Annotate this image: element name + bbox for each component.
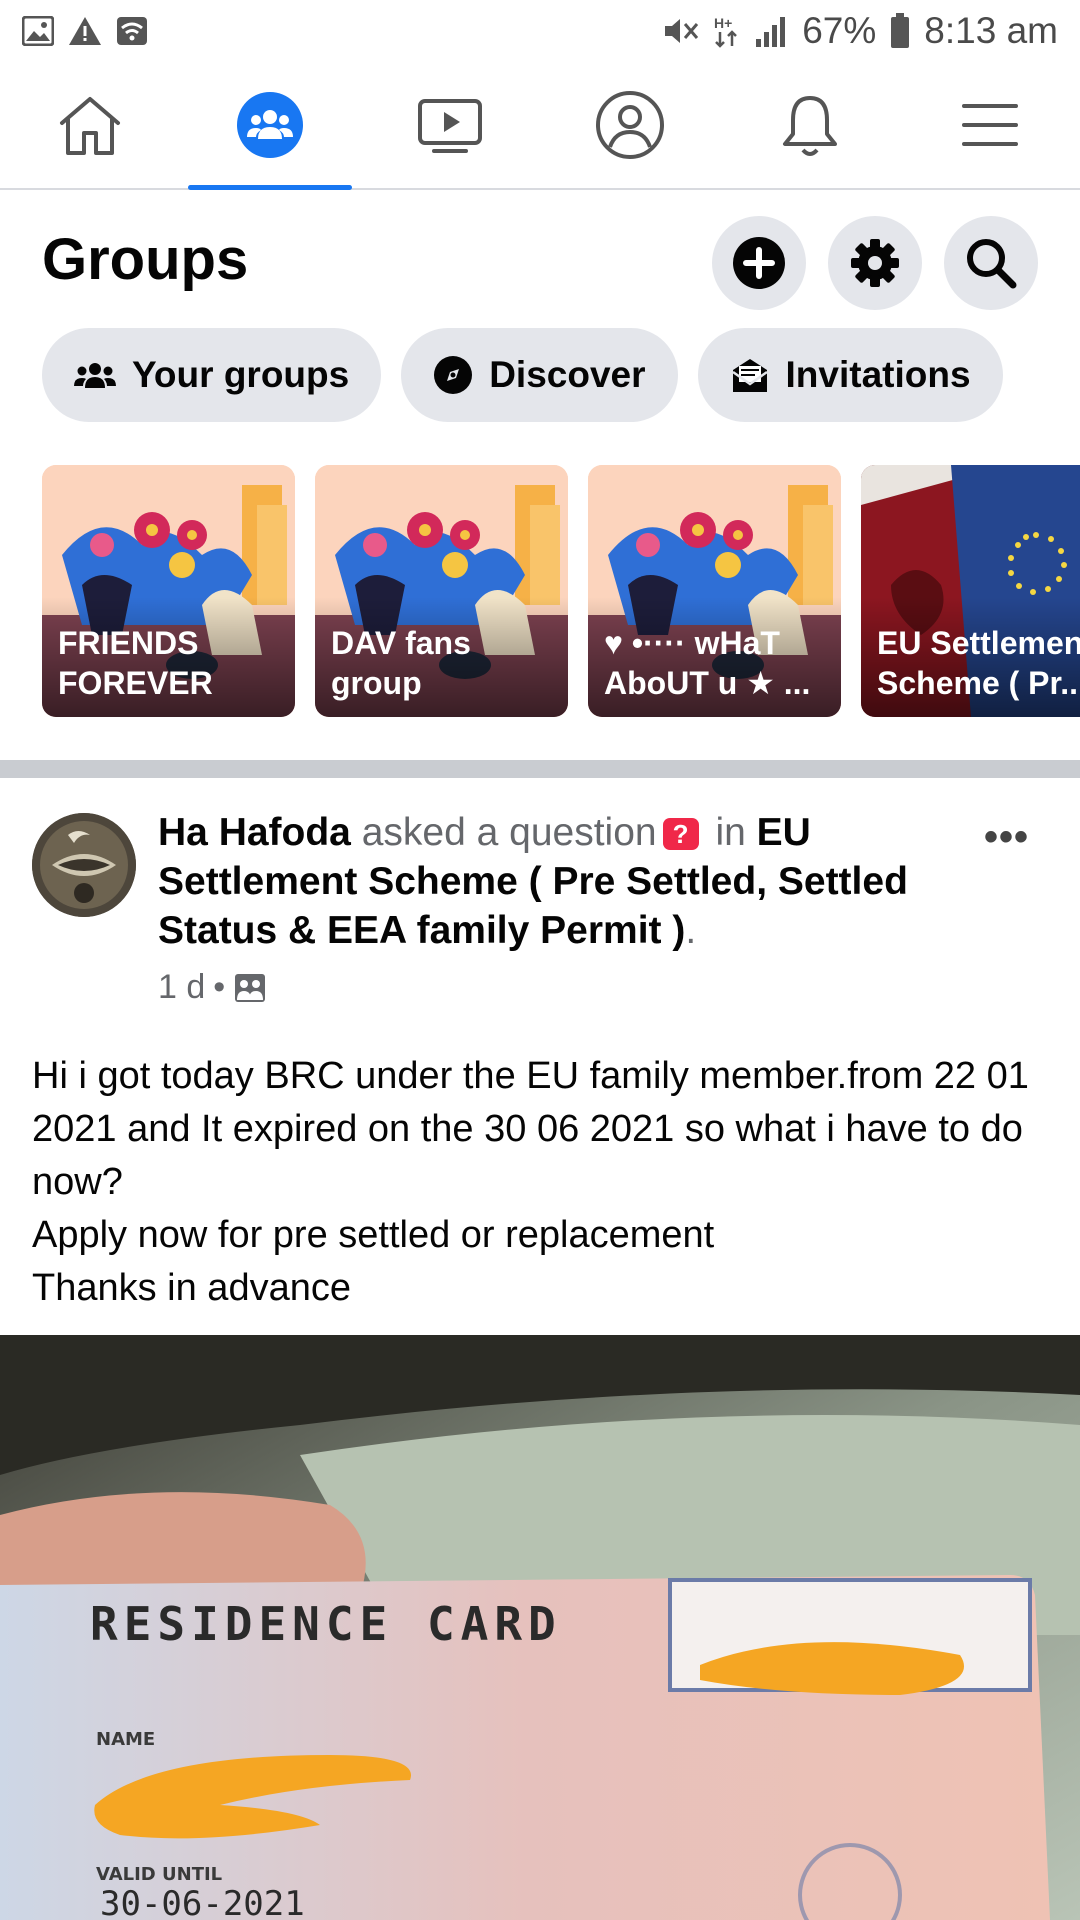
group-card-label: DAV fans group [331, 625, 471, 701]
bell-icon [783, 96, 837, 156]
meta-separator: • [213, 968, 226, 1006]
post-text-line: Thanks in advance [32, 1267, 351, 1309]
plus-icon [733, 237, 785, 289]
envelope-icon [731, 359, 768, 392]
warning-icon [69, 17, 101, 45]
post-text-line: Apply now for pre settled or replacement [32, 1214, 715, 1256]
residence-card-photo: RESIDENCE CARD NAME VALID UNTIL 30-06-20… [0, 1335, 1080, 1920]
avatar-image [32, 813, 136, 917]
group-filter-chips: Your groups Discover Invitations [42, 328, 1003, 422]
avatar[interactable] [32, 813, 136, 917]
chip-your-groups[interactable]: Your groups [42, 328, 382, 422]
nav-notifications[interactable] [720, 62, 900, 188]
home-icon [60, 97, 120, 155]
groups-header: Groups [0, 210, 1080, 310]
nav-groups[interactable] [180, 62, 360, 190]
post-author-link[interactable]: Ha Hafoda [158, 811, 351, 854]
post-action-text: asked a question [361, 811, 657, 854]
mute-icon [665, 19, 699, 43]
nav-home[interactable] [0, 62, 180, 188]
question-icon: ? [662, 818, 699, 850]
post-header: Ha Hafoda asked a question? in EU Settle… [158, 808, 958, 955]
gear-icon [851, 239, 899, 287]
image-icon [22, 16, 54, 46]
network-icon: H+ [714, 15, 738, 48]
battery-percent: 67% [802, 10, 877, 51]
groups-icon [237, 92, 303, 158]
people-icon [74, 363, 116, 388]
section-divider [0, 760, 1080, 778]
card-valid-value: 30-06-2021 [100, 1884, 305, 1920]
post-body: Hi i got today BRC under the EU family m… [32, 1050, 1052, 1315]
group-audience-icon [235, 973, 266, 1002]
chip-discover[interactable]: Discover [401, 328, 678, 422]
group-card-label: FRIENDS FOREVER [58, 625, 213, 701]
card-name-label: NAME [96, 1729, 155, 1750]
signal-icon [756, 17, 786, 47]
create-group-button[interactable] [712, 216, 806, 310]
card-valid-label: VALID UNTIL [96, 1864, 222, 1885]
post-timestamp[interactable]: 1 d [158, 968, 205, 1007]
group-card-label: EU Settlement Scheme ( Pr... [877, 625, 1080, 701]
clock: 8:13 am [924, 10, 1058, 51]
page-title: Groups [42, 227, 249, 292]
post-more-button[interactable]: ••• [984, 815, 1029, 860]
group-card-label: ♥ •···· wHaT AboUT u ★ ... [604, 625, 811, 701]
post-period: . [685, 909, 697, 952]
card-title-text: RESIDENCE CARD [90, 1597, 562, 1651]
post-meta: 1 d • [158, 968, 267, 1007]
chip-label: Your groups [132, 354, 350, 395]
group-cards-carousel: FRIENDS FOREVER DAV fans group ♥ •···· w… [42, 465, 1080, 717]
settings-button[interactable] [828, 216, 922, 310]
chip-label: Discover [489, 354, 646, 395]
search-button[interactable] [944, 216, 1038, 310]
group-card[interactable]: ♥ •···· wHaT AboUT u ★ ... [588, 465, 841, 717]
compass-icon [434, 356, 473, 394]
battery-icon [891, 13, 910, 48]
top-nav [0, 62, 1080, 190]
group-card[interactable]: EU Settlement Scheme ( Pr... [861, 465, 1080, 717]
post-in-text: in [715, 811, 746, 854]
nav-profile[interactable] [540, 62, 720, 188]
group-card[interactable]: DAV fans group [315, 465, 568, 717]
search-icon [967, 239, 1017, 289]
svg-text:H+: H+ [714, 15, 732, 31]
chip-label: Invitations [785, 354, 971, 395]
post-photo[interactable]: RESIDENCE CARD NAME VALID UNTIL 30-06-20… [0, 1335, 1080, 1920]
chip-invitations[interactable]: Invitations [697, 328, 1003, 422]
nav-watch[interactable] [360, 62, 540, 188]
group-card[interactable]: FRIENDS FOREVER [42, 465, 295, 717]
profile-icon [596, 91, 664, 159]
video-icon [418, 99, 482, 153]
menu-icon [962, 104, 1018, 146]
wifi-icon [117, 17, 147, 45]
nav-menu[interactable] [900, 62, 1080, 188]
post-text-line: Hi i got today BRC under the EU family m… [32, 1055, 1029, 1203]
status-bar: H+ 67% 8:13 am [0, 0, 1080, 62]
